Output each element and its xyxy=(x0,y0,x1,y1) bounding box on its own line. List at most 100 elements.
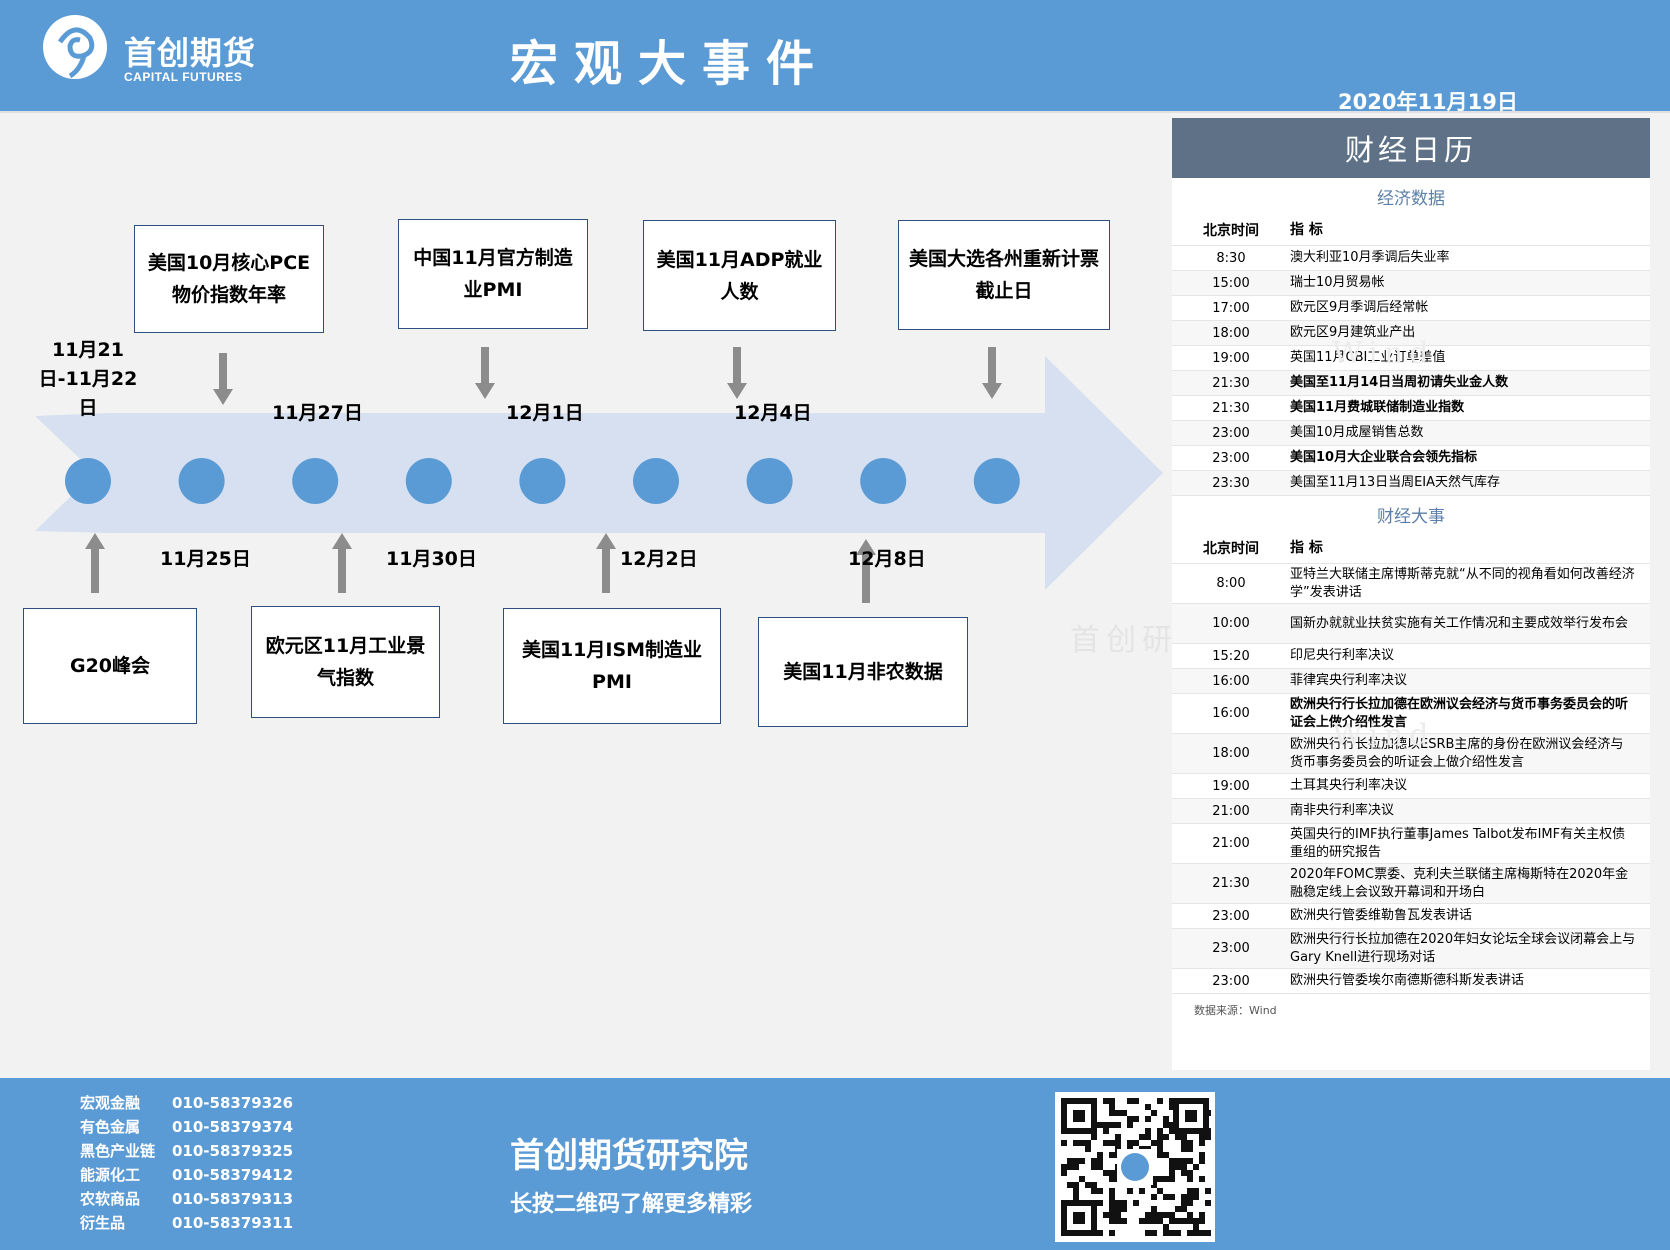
timeline-node xyxy=(746,458,793,504)
timeline-node xyxy=(633,458,679,504)
calendar-title: 财经日历 xyxy=(1172,118,1650,178)
capital-futures-logo-icon xyxy=(43,15,107,79)
row-item: 印尼央行利率决议 xyxy=(1290,648,1395,663)
header-item: 指 标 xyxy=(1290,222,1323,238)
events-row: 21:00 英国央行的IMF执行董事James Talbot发布IMF有关主权债重… xyxy=(1172,824,1650,864)
row-item: 欧洲央行管委埃尔南德斯德科斯发表讲话 xyxy=(1290,973,1525,988)
event-box-ism-pmi: 美国11月ISM制造业PMI xyxy=(503,608,721,724)
events-row: 16:00 菲律宾央行利率决议 xyxy=(1172,669,1650,694)
watermark-wind-1: Wind xyxy=(1332,336,1435,371)
econ-row: 8:30 澳大利亚10月季调后失业率 xyxy=(1172,246,1650,271)
events-table-header: 北京时间 指 标 xyxy=(1172,533,1650,564)
timeline-node xyxy=(292,458,339,504)
econ-row: 23:30 美国至11月13日当周EIA天然气库存 xyxy=(1172,471,1650,496)
contact-dept: 有色金属 xyxy=(80,1118,141,1136)
contact-phone: 010-58379374 xyxy=(172,1118,294,1136)
econ-row: 17:00 欧元区9月季调后经常帐 xyxy=(1172,296,1650,321)
row-item: 英国央行的IMF执行董事James Talbot发布IMF有关主权债重组的研究报… xyxy=(1290,826,1626,860)
row-time: 21:00 xyxy=(1212,836,1250,851)
timeline-date-5: 12月1日 xyxy=(506,402,584,424)
timeline-node xyxy=(65,458,111,504)
row-time: 23:00 xyxy=(1212,450,1250,466)
econ-row: 21:30 美国11月费城联储制造业指数 xyxy=(1172,396,1650,421)
contact-phone: 010-58379313 xyxy=(172,1190,294,1208)
row-item: 美国10月成屋销售总数 xyxy=(1290,425,1424,440)
event-box-recount: 美国大选各州重新计票截止日 xyxy=(898,220,1110,330)
row-item: 南非央行利率决议 xyxy=(1290,803,1395,818)
event-box-euro-sentiment: 欧元区11月工业景气指数 xyxy=(251,606,440,718)
events-row: 23:00 欧洲央行管委维勒鲁瓦发表讲话 xyxy=(1172,904,1650,929)
row-item: 美国至11月13日当周EIA天然气库存 xyxy=(1290,475,1501,490)
contact-phone: 010-58379311 xyxy=(172,1214,294,1232)
timeline-date-2: 11月25日 xyxy=(160,548,251,570)
row-item: 亚特兰大联储主席博斯蒂克就“从不同的视角看如何改善经济学”发表讲话 xyxy=(1290,566,1635,600)
timeline-date-4: 11月30日 xyxy=(386,548,477,570)
event-box-nonfarm: 美国11月非农数据 xyxy=(758,617,968,727)
timeline-date-8: 12月8日 xyxy=(848,548,926,570)
event-box-core-pce: 美国10月核心PCE物价指数年率 xyxy=(134,225,324,333)
timeline-date-7: 12月4日 xyxy=(734,402,812,424)
row-time: 17:00 xyxy=(1212,300,1250,316)
events-row: 10:00 国新办就就业扶贫实施有关工作情况和主要成效举行发布会 xyxy=(1172,604,1650,644)
row-item: 美国至11月14日当周初请失业金人数 xyxy=(1290,375,1509,390)
header-time: 北京时间 xyxy=(1203,541,1259,557)
row-item: 澳大利亚10月季调后失业率 xyxy=(1290,250,1450,265)
contact-line: 黑色产业链 010-58379325 xyxy=(80,1140,293,1161)
row-time: 18:00 xyxy=(1212,746,1250,761)
row-item: 土耳其央行利率决议 xyxy=(1290,778,1408,793)
contact-line: 宏观金融 010-58379326 xyxy=(80,1092,293,1113)
timeline-date-6: 12月2日 xyxy=(620,548,698,570)
row-item: 瑞士10月贸易帐 xyxy=(1290,275,1385,290)
row-time: 15:00 xyxy=(1212,275,1250,291)
row-item: 菲律宾央行利率决议 xyxy=(1290,673,1408,688)
timeline-node xyxy=(519,458,566,504)
gray-arrow-down-2 xyxy=(475,347,495,399)
timeline-node xyxy=(178,458,225,504)
timeline-date-1: 11月21日-11月22日 xyxy=(38,339,138,419)
row-time: 8:30 xyxy=(1216,250,1246,266)
events-row: 8:00 亚特兰大联储主席博斯蒂克就“从不同的视角看如何改善经济学”发表讲话 xyxy=(1172,564,1650,604)
gray-arrow-up-3 xyxy=(596,533,616,593)
row-time: 21:30 xyxy=(1212,375,1250,391)
page-footer: 宏观金融 010-58379326 有色金属 010-58379374 黑色产业链 010… xyxy=(0,1078,1670,1250)
finance-calendar-panel: 财经日历 经济数据 北京时间 指 标 8:30 澳大利亚10月季调后失业率 15:0… xyxy=(1172,118,1650,1070)
event-box-adp: 美国11月ADP就业人数 xyxy=(643,220,836,331)
events-row: 23:00 欧洲央行行长拉加德在2020年妇女论坛全球会议闭幕会上与Gary Kn… xyxy=(1172,929,1650,969)
contact-dept: 能源化工 xyxy=(80,1166,141,1184)
econ-row: 15:00 瑞士10月贸易帐 xyxy=(1172,271,1650,296)
row-item: 欧洲央行管委维勒鲁瓦发表讲话 xyxy=(1290,908,1473,923)
contact-phone: 010-58379326 xyxy=(172,1094,294,1112)
row-time: 21:30 xyxy=(1212,876,1250,891)
row-time: 19:00 xyxy=(1212,350,1250,366)
institute-subtitle: 长按二维码了解更多精彩 xyxy=(510,1192,753,1217)
econ-row: 21:30 美国至11月14日当周初请失业金人数 xyxy=(1172,371,1650,396)
contact-phone: 010-58379325 xyxy=(172,1142,294,1160)
timeline-node xyxy=(973,458,1020,504)
events-row: 23:00 欧洲央行管委埃尔南德斯德科斯发表讲话 xyxy=(1172,969,1650,994)
timeline-node xyxy=(405,458,452,504)
events-section-title: 财经大事 xyxy=(1377,507,1445,527)
timeline-date-3: 11月27日 xyxy=(272,402,363,424)
econ-row: 23:00 美国10月大企业联合会领先指标 xyxy=(1172,446,1650,471)
contact-phone: 010-58379412 xyxy=(172,1166,294,1184)
row-time: 23:00 xyxy=(1212,908,1250,924)
contact-line: 能源化工 010-58379412 xyxy=(80,1164,293,1185)
institute-name: 首创期货研究院 xyxy=(510,1136,748,1176)
row-time: 16:00 xyxy=(1212,706,1250,721)
row-time: 15:20 xyxy=(1212,648,1250,664)
qr-code-icon xyxy=(1055,1092,1215,1242)
econ-row: 23:00 美国10月成屋销售总数 xyxy=(1172,421,1650,446)
contact-line: 衍生品 010-58379311 xyxy=(80,1212,293,1233)
row-item: 欧洲央行行长拉加德在2020年妇女论坛全球会议闭幕会上与Gary Knell进行… xyxy=(1290,931,1636,965)
row-time: 23:00 xyxy=(1212,941,1250,956)
gray-arrow-up-1 xyxy=(85,533,105,593)
page-title: 宏观大事件 xyxy=(510,36,831,92)
events-row: 21:00 南非央行利率决议 xyxy=(1172,799,1650,824)
row-time: 10:00 xyxy=(1212,616,1250,631)
events-row: 15:20 印尼央行利率决议 xyxy=(1172,644,1650,669)
contact-dept: 衍生品 xyxy=(80,1214,126,1232)
row-item: 国新办就就业扶贫实施有关工作情况和主要成效举行发布会 xyxy=(1290,615,1629,631)
row-item: 美国10月大企业联合会领先指标 xyxy=(1290,450,1478,465)
header-time: 北京时间 xyxy=(1203,223,1259,239)
gray-arrow-down-3 xyxy=(727,347,747,399)
